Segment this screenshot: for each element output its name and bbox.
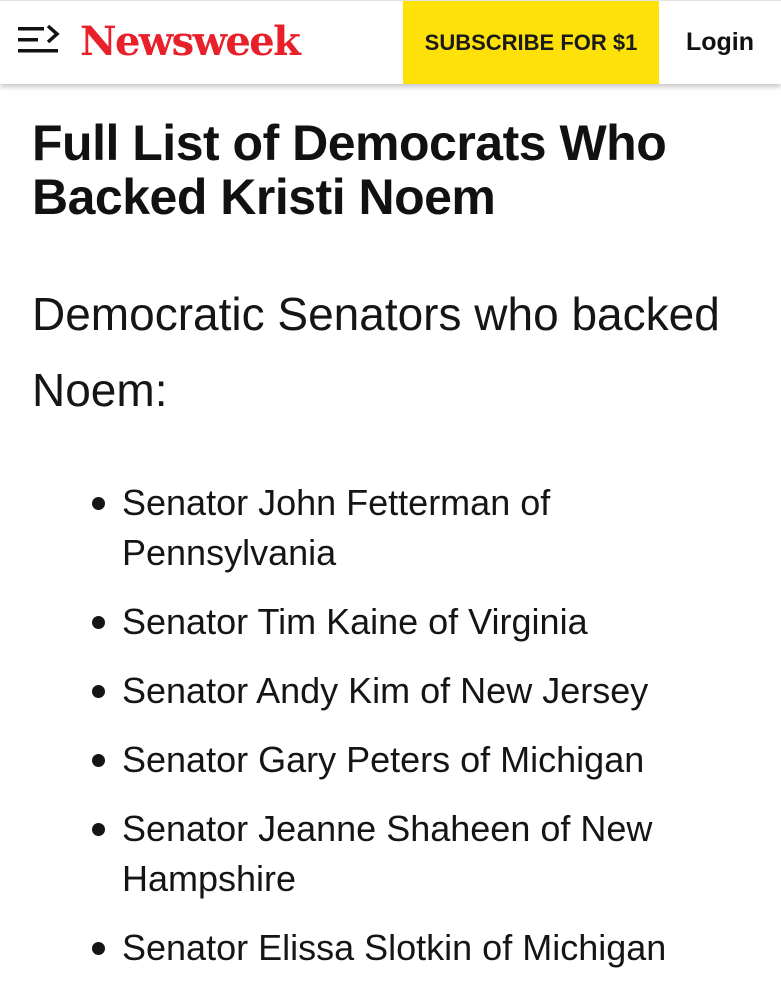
list-item-text: Senator John Fetterman of Pennsylvania: [122, 482, 551, 573]
page: Newsweek SUBSCRIBE FOR $1 Login Full Lis…: [0, 0, 781, 1000]
list-item-text: Senator Andy Kim of New Jersey: [122, 670, 649, 711]
login-button[interactable]: Login: [659, 1, 781, 84]
senator-list: Senator John Fetterman of Pennsylvania S…: [32, 478, 762, 973]
list-item: Senator Jeanne Shaheen of New Hampshire: [32, 804, 762, 904]
bullet-icon: [92, 754, 105, 767]
list-item: Senator Tim Kaine of Virginia: [32, 597, 762, 647]
list-item-text: Senator Elissa Slotkin of Michigan: [122, 927, 667, 968]
bullet-icon: [92, 942, 105, 955]
site-header: Newsweek SUBSCRIBE FOR $1 Login: [0, 0, 781, 84]
article-body: Full List of Democrats Who Backed Kristi…: [32, 116, 762, 992]
bullet-icon: [92, 823, 105, 836]
bullet-icon: [92, 685, 105, 698]
menu-button[interactable]: [14, 23, 66, 61]
subscribe-button[interactable]: SUBSCRIBE FOR $1: [403, 1, 659, 84]
menu-icon: [18, 24, 60, 53]
bullet-icon: [92, 497, 105, 510]
list-item: Senator Gary Peters of Michigan: [32, 735, 762, 785]
article-headline: Full List of Democrats Who Backed Kristi…: [32, 115, 667, 225]
newsweek-logo[interactable]: Newsweek: [80, 15, 301, 69]
list-item-text: Senator Jeanne Shaheen of New Hampshire: [122, 808, 653, 899]
list-item-text: Senator Tim Kaine of Virginia: [122, 601, 588, 642]
list-item: Senator John Fetterman of Pennsylvania: [32, 478, 762, 578]
list-item: Senator Andy Kim of New Jersey: [32, 666, 762, 716]
bullet-icon: [92, 616, 105, 629]
list-item: Senator Elissa Slotkin of Michigan: [32, 923, 762, 973]
list-item-text: Senator Gary Peters of Michigan: [122, 739, 645, 780]
section-subheading: Democratic Senators who backed Noem:: [32, 288, 720, 416]
